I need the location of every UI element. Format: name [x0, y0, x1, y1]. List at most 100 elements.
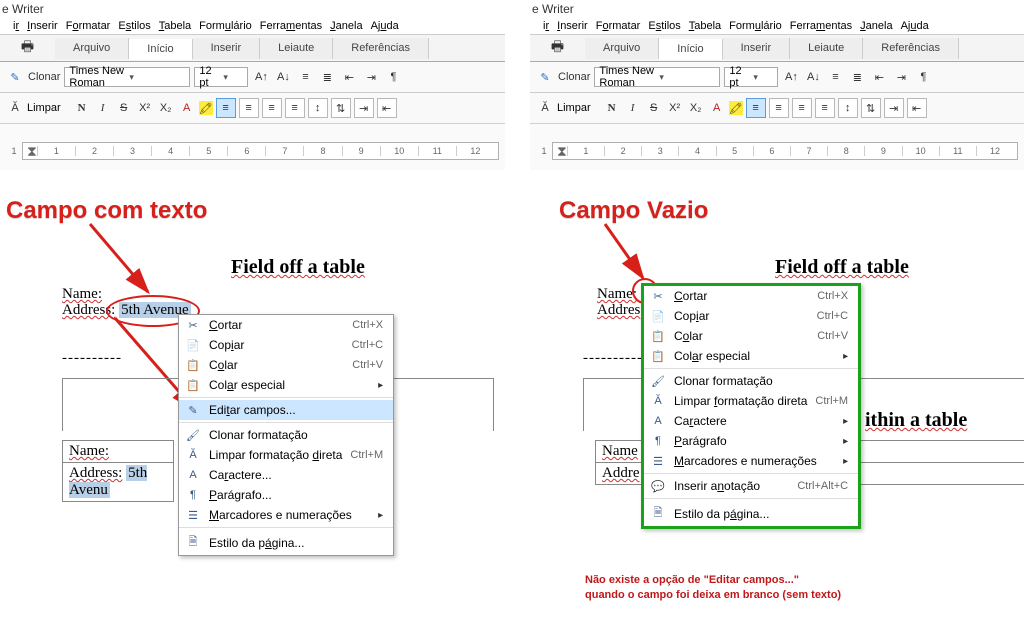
indent2-icon[interactable]: ⇥: [884, 98, 904, 118]
ctx-cut[interactable]: ✂CortarCtrl+X: [644, 286, 858, 306]
clone-label[interactable]: Clonar: [28, 71, 60, 83]
ctx-clone-format[interactable]: 🖌Clonar formatação: [644, 371, 858, 391]
align-right-icon[interactable]: ≡: [792, 98, 812, 118]
tab-inserir[interactable]: Inserir: [193, 38, 261, 59]
ctx-page-style[interactable]: 🗎Estilo da página...: [179, 530, 393, 555]
clear-label[interactable]: Limpar: [557, 102, 591, 114]
margin-marker-icon[interactable]: ⧗: [557, 143, 567, 160]
context-menu[interactable]: ✂CortarCtrl+X 📄CopiarCtrl+C 📋ColarCtrl+V…: [641, 283, 861, 529]
menu-item[interactable]: Formatar: [593, 20, 644, 32]
menu-item[interactable]: Janela: [327, 20, 365, 32]
ctx-clear-format[interactable]: ĂLimpar formatação diretaCtrl+M: [644, 391, 858, 411]
bold-button[interactable]: N: [73, 99, 91, 117]
align-justify-icon[interactable]: ≡: [815, 98, 835, 118]
menu-bar[interactable]: ir Inserir Formatar Estilos Tabela Formu…: [0, 18, 505, 35]
underline-strike-button[interactable]: S: [115, 99, 133, 117]
bullets-icon[interactable]: ≡: [296, 68, 314, 86]
linespacing-icon[interactable]: ↕: [838, 98, 858, 118]
indent3-icon[interactable]: ⇤: [377, 98, 397, 118]
menu-item[interactable]: Tabela: [156, 20, 194, 32]
menu-item[interactable]: Tabela: [686, 20, 724, 32]
ctx-clear-format[interactable]: ĂLimpar formatação diretaCtrl+M: [179, 445, 393, 465]
margin-marker-icon[interactable]: ⧗: [27, 143, 37, 160]
spacing-icon[interactable]: ⇅: [861, 98, 881, 118]
clear-icon[interactable]: Ă: [536, 99, 554, 117]
superscript-icon[interactable]: X²: [666, 99, 684, 117]
align-justify-icon[interactable]: ≡: [285, 98, 305, 118]
menu-item[interactable]: Inserir: [554, 20, 591, 32]
highlight-icon[interactable]: 🖍: [199, 101, 213, 115]
indent3-icon[interactable]: ⇤: [907, 98, 927, 118]
shrink-font-icon[interactable]: A↓: [274, 68, 292, 86]
ctx-paragraph[interactable]: ¶Parágrafo...: [179, 485, 393, 505]
menu-item[interactable]: Inserir: [24, 20, 61, 32]
indent2-icon[interactable]: ⇥: [354, 98, 374, 118]
tab-leiaute[interactable]: Leiaute: [790, 38, 863, 59]
print-icon[interactable]: 🖶: [551, 36, 564, 60]
superscript-icon[interactable]: X²: [136, 99, 154, 117]
subscript-icon[interactable]: X₂: [157, 99, 175, 117]
tab-inicio[interactable]: Início: [129, 39, 192, 60]
tab-arquivo[interactable]: Arquivo: [585, 38, 659, 59]
clone-icon[interactable]: ✎: [536, 68, 554, 86]
tab-arquivo[interactable]: Arquivo: [55, 38, 129, 59]
italic-button[interactable]: I: [94, 99, 112, 117]
tab-referencias[interactable]: Referências: [863, 38, 959, 59]
align-left-icon[interactable]: ≡: [746, 98, 766, 118]
ctx-paragraph[interactable]: ¶Parágrafo▸: [644, 431, 858, 451]
font-size-combo[interactable]: 12 pt▾: [194, 67, 248, 87]
menu-item[interactable]: Formulário: [196, 20, 255, 32]
align-center-icon[interactable]: ≡: [239, 98, 259, 118]
linespacing-icon[interactable]: ↕: [308, 98, 328, 118]
menu-item[interactable]: Formatar: [63, 20, 114, 32]
highlight-icon[interactable]: 🖍: [729, 101, 743, 115]
print-icon[interactable]: 🖶: [21, 36, 34, 60]
align-right-icon[interactable]: ≡: [262, 98, 282, 118]
paragraph-icon[interactable]: ¶: [914, 68, 932, 86]
font-size-combo[interactable]: 12 pt▾: [724, 67, 778, 87]
menu-item[interactable]: Formulário: [726, 20, 785, 32]
ctx-paste[interactable]: 📋ColarCtrl+V: [644, 326, 858, 346]
italic-button[interactable]: I: [624, 99, 642, 117]
align-left-icon[interactable]: ≡: [216, 98, 236, 118]
spacing-icon[interactable]: ⇅: [331, 98, 351, 118]
menu-item[interactable]: Estilos: [115, 20, 153, 32]
indent-icon[interactable]: ⇥: [892, 68, 910, 86]
ctx-character[interactable]: ACaractere...: [179, 465, 393, 485]
ctx-paste-special[interactable]: 📋Colar especial▸: [179, 375, 393, 395]
ctx-bullets[interactable]: ☰Marcadores e numerações▸: [179, 505, 393, 525]
clone-icon[interactable]: ✎: [6, 68, 24, 86]
tab-inicio[interactable]: Início: [659, 39, 722, 60]
font-color-icon[interactable]: A: [708, 99, 726, 117]
context-menu[interactable]: ✂CortarCtrl+X 📄CopiarCtrl+C 📋ColarCtrl+V…: [178, 314, 394, 556]
ctx-copy[interactable]: 📄CopiarCtrl+C: [644, 306, 858, 326]
clear-icon[interactable]: Ă: [6, 99, 24, 117]
clone-label[interactable]: Clonar: [558, 71, 590, 83]
numbering-icon[interactable]: ≣: [848, 68, 866, 86]
menu-item[interactable]: Estilos: [645, 20, 683, 32]
menu-item[interactable]: Ajuda: [898, 20, 932, 32]
tab-leiaute[interactable]: Leiaute: [260, 38, 333, 59]
ctx-character[interactable]: ACaractere▸: [644, 411, 858, 431]
shrink-font-icon[interactable]: A↓: [804, 68, 822, 86]
menu-item[interactable]: Janela: [857, 20, 895, 32]
clear-label[interactable]: Limpar: [27, 102, 61, 114]
ctx-cut[interactable]: ✂CortarCtrl+X: [179, 315, 393, 335]
underline-strike-button[interactable]: S: [645, 99, 663, 117]
paragraph-icon[interactable]: ¶: [384, 68, 402, 86]
menu-item[interactable]: Ferramentas: [787, 20, 855, 32]
bullets-icon[interactable]: ≡: [826, 68, 844, 86]
font-combo[interactable]: Times New Roman▾: [64, 67, 190, 87]
ctx-paste-special[interactable]: 📋Colar especial▸: [644, 346, 858, 366]
tab-referencias[interactable]: Referências: [333, 38, 429, 59]
font-color-icon[interactable]: A: [178, 99, 196, 117]
ctx-insert-comment[interactable]: 💬Inserir anotaçãoCtrl+Alt+C: [644, 476, 858, 496]
menu-item[interactable]: ir: [10, 20, 22, 32]
ctx-bullets[interactable]: ☰Marcadores e numerações▸: [644, 451, 858, 471]
ctx-page-style[interactable]: 🗎Estilo da página...: [644, 501, 858, 526]
menu-item[interactable]: Ferramentas: [257, 20, 325, 32]
ctx-clone-format[interactable]: 🖌Clonar formatação: [179, 425, 393, 445]
bold-button[interactable]: N: [603, 99, 621, 117]
font-combo[interactable]: Times New Roman▾: [594, 67, 720, 87]
outdent-icon[interactable]: ⇤: [870, 68, 888, 86]
